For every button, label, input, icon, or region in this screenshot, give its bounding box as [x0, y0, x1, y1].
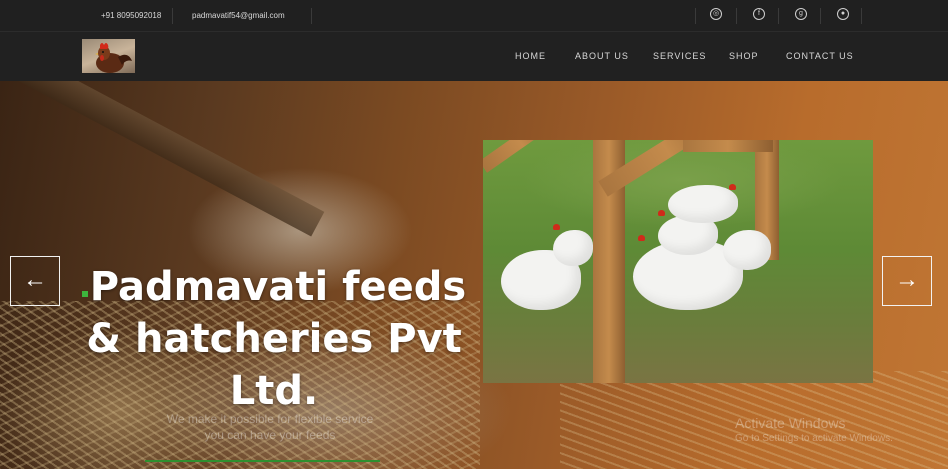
instagram-icon[interactable]: ◎ [710, 8, 722, 20]
phone-number[interactable]: +91 8095092018 [101, 0, 161, 31]
email-address[interactable]: padmavatif54@gmail.com [192, 0, 285, 31]
windows-activation-watermark: Activate Windows Go to Settings to activ… [735, 414, 893, 446]
nav-contact-us[interactable]: CONTACT US [786, 32, 854, 81]
background-beam [0, 81, 325, 237]
hero-title-line-1: Padmavati feeds [89, 264, 467, 310]
divider [820, 8, 821, 24]
divider [695, 8, 696, 24]
pinterest-icon[interactable]: ● [837, 8, 849, 20]
watermark-title: Activate Windows [735, 415, 846, 431]
hero-subtitle-line-2: you can have your feeds [204, 428, 336, 442]
next-slide-button[interactable]: → [882, 256, 932, 306]
prev-slide-button[interactable]: ← [10, 256, 60, 306]
hero-title: Padmavati feeds & hatcheries Pvt Ltd. [74, 261, 474, 417]
hero-title-line-3: Ltd. [229, 368, 319, 414]
watermark-subtitle: Go to Settings to activate Windows. [735, 433, 893, 444]
google-plus-icon[interactable]: g [795, 8, 807, 20]
facebook-icon[interactable]: f [753, 8, 765, 20]
hero-title-line-2: & hatcheries Pvt [86, 316, 462, 362]
nav-about-us[interactable]: ABOUT US [575, 32, 629, 81]
divider [778, 8, 779, 24]
hero-subtitle: We make it possible for flexible service… [120, 411, 420, 443]
divider [861, 8, 862, 24]
divider [311, 8, 312, 24]
divider [172, 8, 173, 24]
hero-underline [145, 460, 380, 462]
green-dot [81, 291, 88, 297]
arrow-left-icon: ← [23, 266, 47, 293]
site-logo[interactable] [82, 39, 135, 73]
arrow-right-icon: → [895, 266, 919, 293]
nav-home[interactable]: HOME [515, 32, 546, 81]
nav-shop[interactable]: SHOP [729, 32, 759, 81]
divider [736, 8, 737, 24]
hens-photo [483, 140, 873, 383]
top-contact-bar: +91 8095092018 padmavatif54@gmail.com ◎ … [0, 0, 948, 32]
hero-slider: ← → Padmavati feeds & hatcheries Pvt Ltd… [0, 81, 948, 469]
hero-subtitle-line-1: We make it possible for flexible service [166, 412, 374, 426]
nav-services[interactable]: SERVICES [653, 32, 706, 81]
main-navbar: HOME ABOUT US SERVICES SHOP CONTACT US [0, 32, 948, 81]
